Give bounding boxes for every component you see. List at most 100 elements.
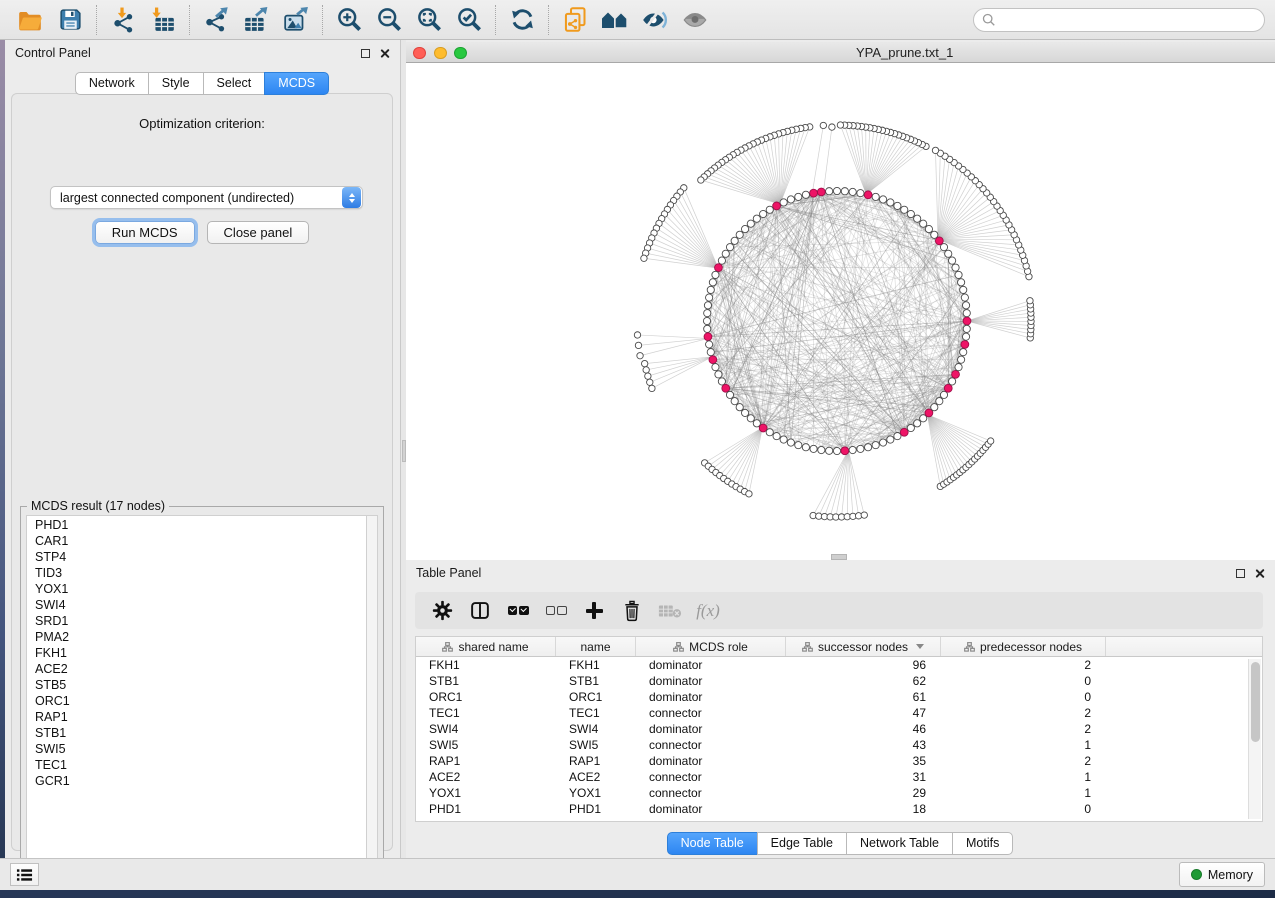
show-panel-list-button[interactable]	[10, 863, 39, 886]
network-node[interactable]	[907, 210, 914, 217]
mcds-result-item[interactable]: TEC1	[27, 758, 366, 774]
table-scrollbar-thumb[interactable]	[1251, 662, 1260, 742]
network-node[interactable]	[900, 428, 908, 436]
network-node[interactable]	[706, 341, 713, 348]
table-row[interactable]: TEC1TEC1connector472	[416, 705, 1262, 721]
tab-network-table[interactable]: Network Table	[846, 832, 953, 855]
network-node[interactable]	[766, 206, 773, 213]
network-node[interactable]	[810, 445, 817, 452]
mcds-result-item[interactable]: TID3	[27, 566, 366, 582]
mcds-list-scrollbar[interactable]	[366, 515, 378, 868]
network-node[interactable]	[820, 122, 826, 128]
create-column-button[interactable]	[575, 596, 613, 626]
network-node[interactable]	[861, 512, 867, 518]
network-node[interactable]	[709, 356, 717, 364]
deselect-all-button[interactable]	[537, 596, 575, 626]
network-node[interactable]	[704, 302, 711, 309]
network-node[interactable]	[634, 332, 640, 338]
tab-edge-table[interactable]: Edge Table	[757, 832, 847, 855]
table-row[interactable]: YOX1YOX1connector291	[416, 785, 1262, 801]
network-node[interactable]	[940, 244, 947, 251]
network-node[interactable]	[635, 342, 641, 348]
network-node[interactable]	[747, 220, 754, 227]
mcds-result-item[interactable]: GCR1	[27, 774, 366, 790]
mcds-result-item[interactable]: SWI4	[27, 598, 366, 614]
column-header-name[interactable]: name	[556, 637, 636, 656]
network-node[interactable]	[731, 237, 738, 244]
float-panel-icon[interactable]	[1236, 569, 1245, 578]
network-node[interactable]	[826, 188, 833, 195]
network-node[interactable]	[931, 404, 938, 411]
network-node[interactable]	[643, 367, 649, 373]
clone-network-button[interactable]	[555, 3, 595, 37]
network-node[interactable]	[780, 199, 787, 206]
tab-style[interactable]: Style	[148, 72, 204, 95]
network-node[interactable]	[894, 433, 901, 440]
table-row[interactable]: STB1STB1dominator620	[416, 673, 1262, 689]
network-node[interactable]	[960, 286, 967, 293]
mcds-result-item[interactable]: STP4	[27, 550, 366, 566]
search-input[interactable]	[1001, 13, 1256, 27]
close-panel-button[interactable]: Close panel	[207, 221, 310, 244]
network-node[interactable]	[817, 188, 825, 196]
hide-selected-button[interactable]	[635, 3, 675, 37]
network-node[interactable]	[925, 225, 932, 232]
network-node[interactable]	[945, 250, 952, 257]
criterion-dropdown[interactable]: largest connected component (undirected)	[50, 186, 363, 209]
table-scrollbar[interactable]	[1248, 659, 1261, 819]
network-node[interactable]	[715, 264, 723, 272]
network-node[interactable]	[841, 447, 849, 455]
mcds-result-item[interactable]: PHD1	[27, 518, 366, 534]
network-node[interactable]	[901, 206, 908, 213]
mcds-result-item[interactable]: STB5	[27, 678, 366, 694]
tab-node-table[interactable]: Node Table	[667, 832, 758, 855]
float-panel-icon[interactable]	[361, 49, 370, 58]
network-node[interactable]	[963, 317, 971, 325]
network-node[interactable]	[736, 231, 743, 238]
tab-select[interactable]: Select	[203, 72, 266, 95]
network-node[interactable]	[963, 325, 970, 332]
export-image-button[interactable]	[276, 3, 316, 37]
table-row[interactable]: FKH1FKH1dominator962	[416, 657, 1262, 673]
show-column-panel-button[interactable]	[461, 596, 499, 626]
export-network-button[interactable]	[196, 3, 236, 37]
network-node[interactable]	[958, 279, 965, 286]
network-node[interactable]	[704, 333, 712, 341]
mcds-result-item[interactable]: ORC1	[27, 694, 366, 710]
network-node[interactable]	[704, 325, 711, 332]
network-node[interactable]	[955, 363, 962, 370]
network-node[interactable]	[961, 341, 969, 349]
network-node[interactable]	[833, 447, 840, 454]
column-header-shared-name[interactable]: shared name	[416, 637, 556, 656]
network-node[interactable]	[940, 391, 947, 398]
network-node[interactable]	[949, 378, 956, 385]
network-node[interactable]	[962, 302, 969, 309]
table-row[interactable]: SWI5SWI5connector431	[416, 737, 1262, 753]
network-node[interactable]	[718, 378, 725, 385]
mcds-result-item[interactable]: ACE2	[27, 662, 366, 678]
refresh-button[interactable]	[502, 3, 542, 37]
network-node[interactable]	[802, 444, 809, 451]
network-node[interactable]	[818, 446, 825, 453]
network-node[interactable]	[706, 294, 713, 301]
table-row[interactable]: RAP1RAP1dominator352	[416, 753, 1262, 769]
network-window-titlebar[interactable]: YPA_prune.txt_1	[406, 42, 1275, 63]
network-node[interactable]	[963, 310, 970, 317]
network-node[interactable]	[952, 264, 959, 271]
zoom-out-button[interactable]	[369, 3, 409, 37]
window-minimize-icon[interactable]	[434, 47, 447, 60]
network-node[interactable]	[829, 124, 835, 130]
network-node[interactable]	[747, 415, 754, 422]
network-node[interactable]	[960, 349, 967, 356]
network-node[interactable]	[759, 424, 767, 432]
network-node[interactable]	[722, 250, 729, 257]
network-node[interactable]	[703, 317, 710, 324]
network-node[interactable]	[698, 177, 704, 183]
network-node[interactable]	[649, 385, 655, 391]
network-node[interactable]	[795, 193, 802, 200]
network-node[interactable]	[787, 196, 794, 203]
network-node[interactable]	[857, 190, 864, 197]
network-node[interactable]	[712, 271, 719, 278]
network-node[interactable]	[637, 353, 643, 359]
select-all-button[interactable]	[499, 596, 537, 626]
